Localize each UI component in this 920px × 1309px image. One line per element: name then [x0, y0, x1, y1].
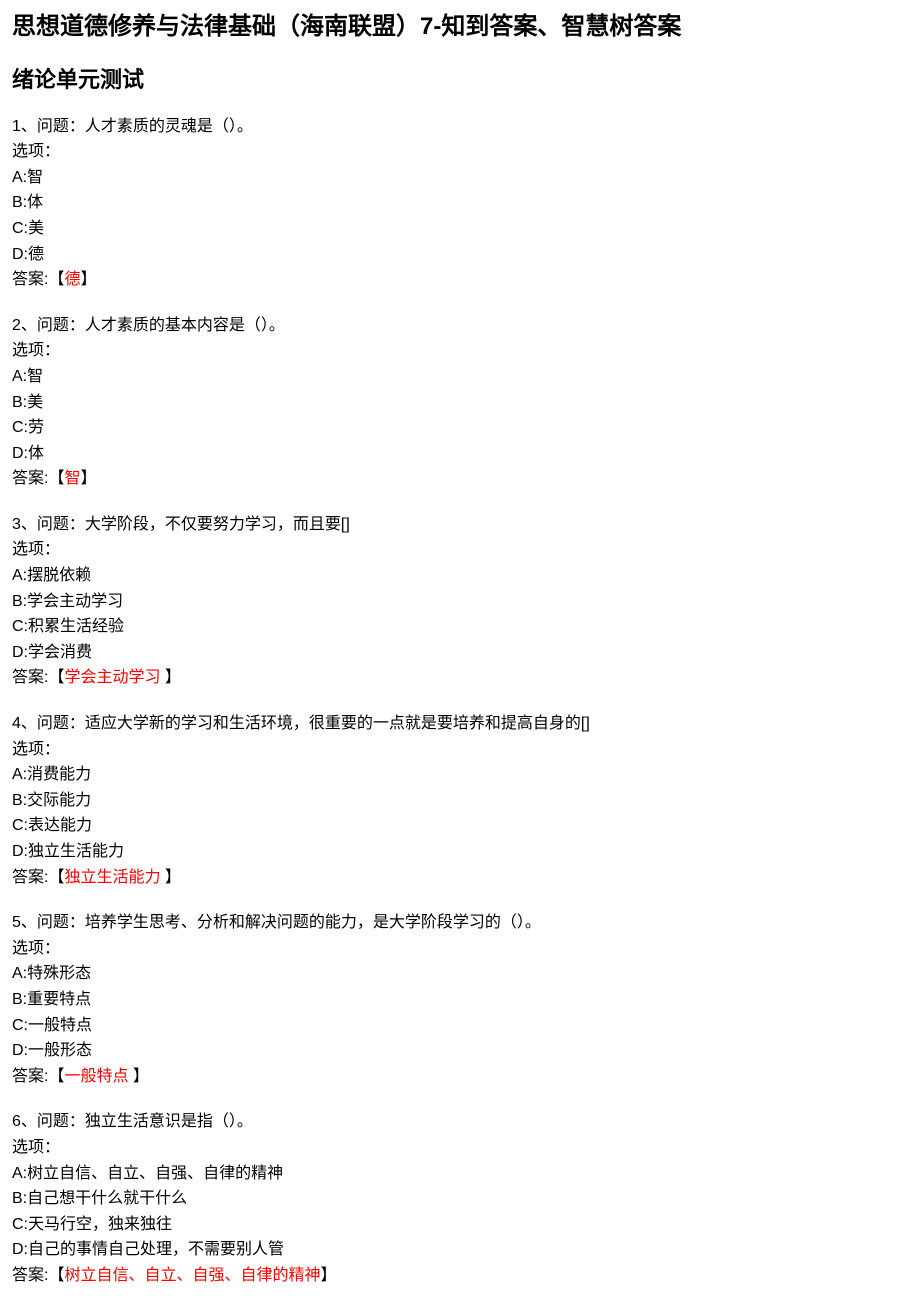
option-a: A:智 — [12, 165, 908, 191]
option-d: D:学会消费 — [12, 640, 908, 666]
options-label: 选项： — [12, 1135, 908, 1161]
option-d: D:体 — [12, 441, 908, 467]
option-a: A:树立自信、自立、自强、自律的精神 — [12, 1161, 908, 1187]
question-text: 6、问题：独立生活意识是指（）。 — [12, 1109, 908, 1135]
option-b: B:自己想干什么就干什么 — [12, 1186, 908, 1212]
answer-value: 一般特点 — [64, 1068, 132, 1085]
answer-line: 答案:【独立生活能力 】 — [12, 865, 908, 891]
answer-label: 答案: — [12, 1068, 48, 1085]
question-block: 3、问题：大学阶段，不仅要努力学习，而且要[] 选项： A:摆脱依赖 B:学会主… — [12, 512, 908, 691]
option-c: C:积累生活经验 — [12, 614, 908, 640]
answer-label: 答案: — [12, 271, 48, 288]
options-label: 选项： — [12, 537, 908, 563]
options-label: 选项： — [12, 737, 908, 763]
answer-line: 答案:【智】 — [12, 466, 908, 492]
option-b: B:美 — [12, 390, 908, 416]
option-c: C:美 — [12, 216, 908, 242]
option-a: A:特殊形态 — [12, 961, 908, 987]
question-block: 2、问题：人才素质的基本内容是（）。 选项： A:智 B:美 C:劳 D:体 答… — [12, 313, 908, 492]
option-d: D:自己的事情自己处理，不需要别人管 — [12, 1237, 908, 1263]
bracket-close: 】 — [165, 869, 181, 886]
question-block: 4、问题：适应大学新的学习和生活环境，很重要的一点就是要培养和提高自身的[] 选… — [12, 711, 908, 890]
option-c: C:劳 — [12, 415, 908, 441]
option-c: C:天马行空，独来独往 — [12, 1212, 908, 1238]
option-c: C:表达能力 — [12, 813, 908, 839]
bracket-open: 【 — [48, 1068, 64, 1085]
answer-value: 树立自信、自立、自强、自律的精神 — [64, 1267, 320, 1284]
bracket-open: 【 — [48, 271, 64, 288]
question-text: 2、问题：人才素质的基本内容是（）。 — [12, 313, 908, 339]
answer-value: 学会主动学习 — [64, 669, 164, 686]
answer-line: 答案:【德】 — [12, 267, 908, 293]
bracket-open: 【 — [48, 669, 64, 686]
answer-value: 德 — [64, 271, 80, 288]
option-b: B:交际能力 — [12, 788, 908, 814]
option-a: A:摆脱依赖 — [12, 563, 908, 589]
bracket-open: 【 — [48, 1267, 64, 1284]
option-d: D:德 — [12, 242, 908, 268]
section-title: 绪论单元测试 — [12, 62, 908, 97]
answer-label: 答案: — [12, 869, 48, 886]
answer-line: 答案:【一般特点 】 — [12, 1064, 908, 1090]
option-d: D:一般形态 — [12, 1038, 908, 1064]
option-b: B:学会主动学习 — [12, 589, 908, 615]
answer-value: 智 — [64, 470, 80, 487]
options-label: 选项： — [12, 936, 908, 962]
question-text: 4、问题：适应大学新的学习和生活环境，很重要的一点就是要培养和提高自身的[] — [12, 711, 908, 737]
option-b: B:重要特点 — [12, 987, 908, 1013]
answer-value: 独立生活能力 — [64, 869, 164, 886]
bracket-open: 【 — [48, 869, 64, 886]
question-text: 1、问题：人才素质的灵魂是（）。 — [12, 114, 908, 140]
option-c: C:一般特点 — [12, 1013, 908, 1039]
answer-line: 答案:【学会主动学习 】 — [12, 665, 908, 691]
option-d: D:独立生活能力 — [12, 839, 908, 865]
option-a: A:消费能力 — [12, 762, 908, 788]
answer-line: 答案:【树立自信、自立、自强、自律的精神】 — [12, 1263, 908, 1289]
bracket-open: 【 — [48, 470, 64, 487]
option-a: A:智 — [12, 364, 908, 390]
option-b: B:体 — [12, 190, 908, 216]
answer-label: 答案: — [12, 1267, 48, 1284]
answer-label: 答案: — [12, 669, 48, 686]
page-title: 思想道德修养与法律基础（海南联盟）7-知到答案、智慧树答案 — [12, 8, 908, 46]
answer-label: 答案: — [12, 470, 48, 487]
question-text: 5、问题：培养学生思考、分析和解决问题的能力，是大学阶段学习的（）。 — [12, 910, 908, 936]
bracket-close: 】 — [80, 271, 96, 288]
question-block: 1、问题：人才素质的灵魂是（）。 选项： A:智 B:体 C:美 D:德 答案:… — [12, 114, 908, 293]
question-block: 5、问题：培养学生思考、分析和解决问题的能力，是大学阶段学习的（）。 选项： A… — [12, 910, 908, 1089]
bracket-close: 】 — [165, 669, 181, 686]
bracket-close: 】 — [133, 1068, 149, 1085]
bracket-close: 】 — [320, 1267, 336, 1284]
options-label: 选项： — [12, 139, 908, 165]
bracket-close: 】 — [80, 470, 96, 487]
question-text: 3、问题：大学阶段，不仅要努力学习，而且要[] — [12, 512, 908, 538]
question-block: 6、问题：独立生活意识是指（）。 选项： A:树立自信、自立、自强、自律的精神 … — [12, 1109, 908, 1288]
options-label: 选项： — [12, 338, 908, 364]
